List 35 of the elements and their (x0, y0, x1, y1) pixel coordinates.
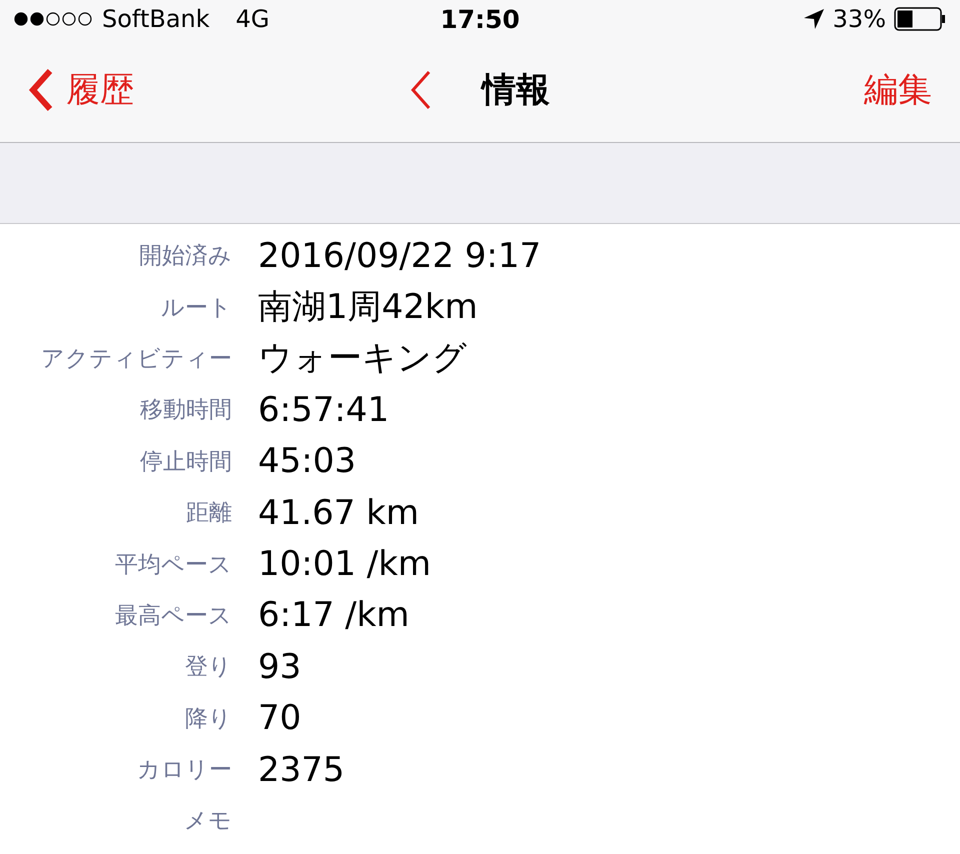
battery-icon (894, 7, 946, 31)
chevron-left-icon (28, 68, 54, 112)
field-value: 70 (258, 698, 302, 738)
field-label: 停止時間 (140, 448, 232, 477)
field-label: 最高ペース (115, 602, 232, 631)
field-label: ルート (161, 294, 232, 323)
signal-strength-icon (14, 12, 94, 26)
network-type: 4G (236, 5, 270, 33)
battery-percentage: 33% (832, 5, 886, 33)
field-value: 45:03 (258, 441, 357, 482)
field-value: 南湖1周42km (258, 286, 479, 330)
field-label: アクティビティー (41, 344, 232, 374)
field-value: 41.67 km (258, 492, 420, 533)
field-value: 6:57:41 (258, 390, 390, 430)
field-value: 6:17 /km (258, 595, 410, 636)
field-label: カロリー (137, 756, 232, 786)
field-value: ウォーキング (258, 337, 468, 380)
location-arrow-icon (802, 8, 825, 30)
field-label: 移動時間 (140, 396, 232, 426)
field-value: 2375 (258, 750, 346, 790)
back-button[interactable]: 履歴 (28, 67, 410, 113)
field-label: 開始済み (139, 242, 232, 272)
field-value: 2016/09/22 9:17 (258, 236, 542, 276)
carrier-name: SoftBank (102, 5, 210, 33)
field-label: 登り (185, 653, 232, 682)
edit-button[interactable]: 編集 (864, 67, 932, 113)
field-label: 距離 (186, 499, 232, 528)
status-time: 17:50 (440, 4, 520, 34)
field-label: メモ (184, 807, 232, 836)
field-value: 93 (258, 646, 302, 687)
field-value: 10:01 /km (258, 544, 432, 584)
chevron-left-icon[interactable] (410, 70, 432, 110)
field-label: 降り (185, 704, 232, 734)
field-label: 平均ペース (115, 550, 232, 580)
screen-title: 情報 (482, 69, 550, 112)
